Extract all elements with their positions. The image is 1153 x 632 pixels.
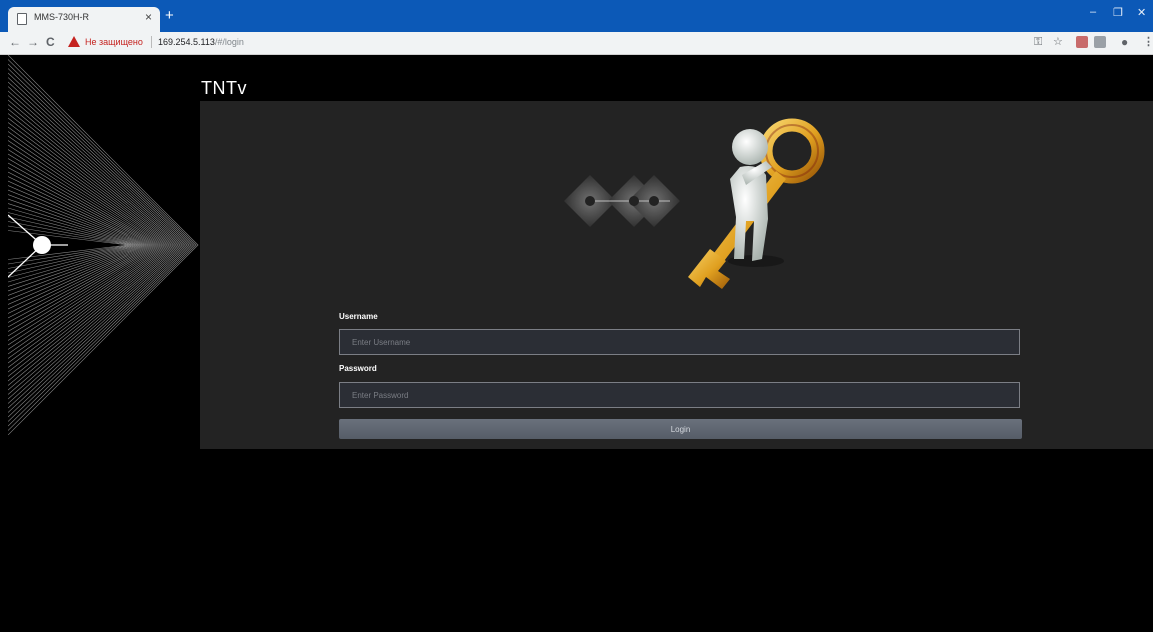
plus-icon[interactable]: + — [165, 8, 174, 23]
password-label: Password — [339, 364, 377, 373]
brand-title: TNTv — [201, 78, 247, 98]
tab-title: MMS-730H-R — [34, 12, 90, 22]
security-warning[interactable]: Не защищено — [85, 37, 143, 47]
close-window-icon[interactable]: ✕ — [1137, 6, 1146, 19]
key-figure-illustration — [564, 118, 825, 289]
back-arrow-icon[interactable]: ← — [9, 35, 21, 49]
login-page: TNTv Username Enter Username Password Lo… — [8, 55, 1153, 632]
decorative-chevrons — [8, 55, 199, 435]
reload-icon[interactable]: C — [46, 35, 55, 49]
chevron-line — [8, 171, 152, 319]
browser-toolbar: ← → C Не защищено 169.254.5.113/#/login … — [0, 32, 1153, 55]
extension-icon[interactable] — [1094, 36, 1106, 48]
profile-icon[interactable]: ● — [1121, 35, 1128, 49]
chevron-line — [8, 203, 140, 287]
login-panel: Username Password Login — [200, 101, 1153, 449]
chevron-line — [8, 216, 134, 274]
warning-icon — [68, 36, 80, 47]
username-label: Username — [339, 312, 378, 321]
login-button[interactable]: Login — [339, 419, 1022, 439]
chevron-line — [8, 212, 136, 278]
chevron-line — [8, 126, 170, 364]
minimize-icon[interactable]: – — [1090, 6, 1096, 18]
menu-icon[interactable]: ⋮ — [1143, 35, 1153, 49]
page-icon — [17, 13, 27, 25]
forward-arrow-icon[interactable]: → — [27, 35, 39, 49]
chevron-line — [8, 207, 138, 283]
restore-icon[interactable]: ❐ — [1113, 6, 1123, 19]
close-icon[interactable]: × — [145, 10, 152, 24]
browser-tab[interactable]: MMS-730H-R × — [8, 7, 160, 32]
chevron-line — [8, 198, 142, 292]
extension-icon[interactable] — [1076, 36, 1088, 48]
key-icon[interactable]: ⚿ — [1034, 35, 1042, 49]
divider — [151, 36, 152, 48]
password-input[interactable] — [339, 382, 1020, 408]
username-input[interactable] — [339, 329, 1020, 355]
url[interactable]: 169.254.5.113/#/login — [158, 37, 244, 47]
browser-titlebar: MMS-730H-R × + – ❐ ✕ — [0, 0, 1153, 32]
star-icon[interactable]: ☆ — [1053, 35, 1063, 49]
address-bar[interactable]: Не защищено 169.254.5.113/#/login — [68, 35, 768, 51]
